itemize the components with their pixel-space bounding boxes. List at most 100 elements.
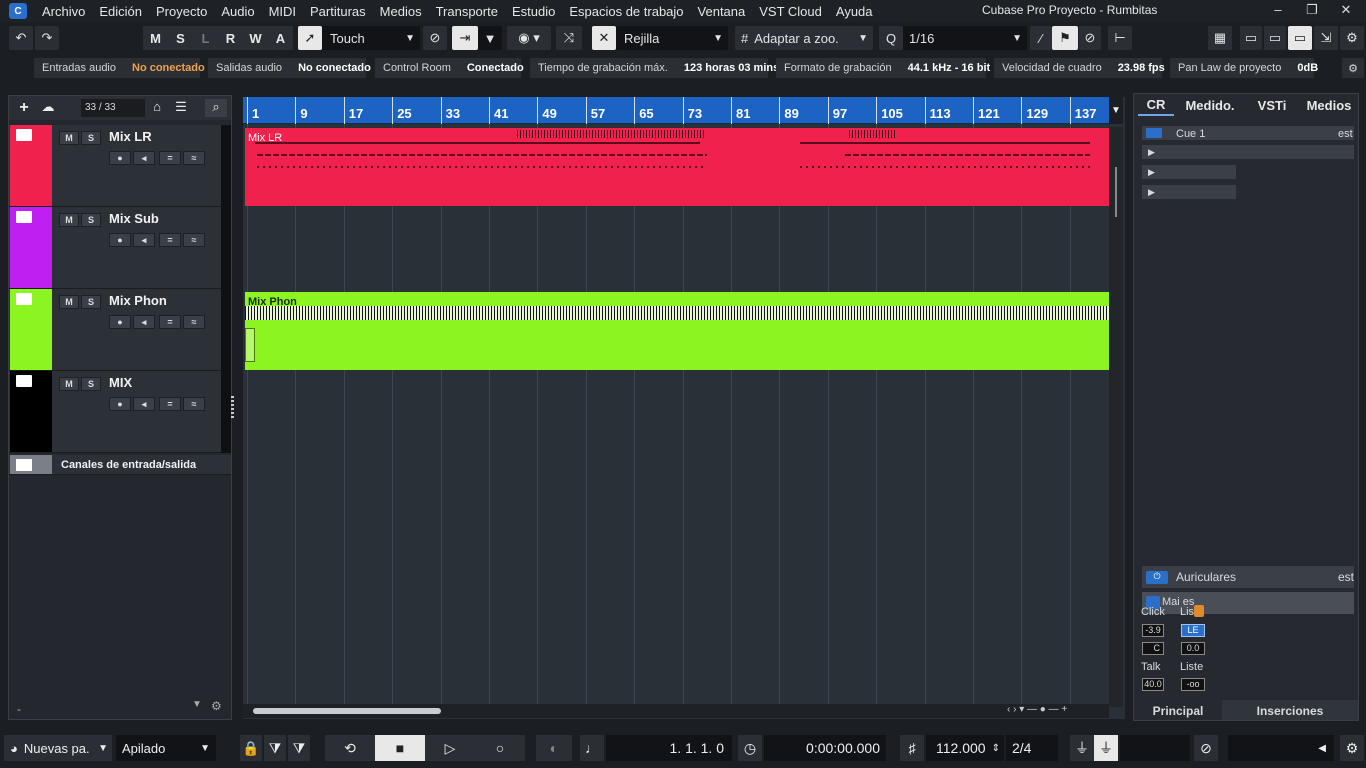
track-io-folder[interactable]: Canales de entrada/salida: [9, 455, 231, 475]
lock-icon[interactable]: 🔒: [240, 735, 262, 761]
tempo-display[interactable]: 112.000 ⇕: [926, 735, 1004, 761]
add-track-preset-icon[interactable]: ☁: [37, 99, 59, 117]
ruler-options-caret-icon[interactable]: ▼: [1109, 97, 1123, 124]
solo-button[interactable]: S: [81, 213, 101, 227]
close-icon[interactable]: ✕: [1336, 2, 1356, 20]
write-automation-icon[interactable]: ≈: [183, 315, 205, 329]
panel-resize-handle[interactable]: [231, 396, 234, 418]
zoom-slider[interactable]: ‹ › ▾ — ● — +: [1007, 704, 1107, 718]
write-automation-icon[interactable]: ≈: [183, 397, 205, 411]
mute-all-button[interactable]: M: [143, 26, 168, 50]
autoscroll-icon[interactable]: ⤨: [556, 26, 582, 50]
automation-button[interactable]: A: [268, 26, 293, 50]
quantize-select[interactable]: 1/16 ▼: [903, 26, 1027, 50]
cycle-icon[interactable]: ⟲: [325, 735, 375, 761]
listen-level[interactable]: 0.0: [1181, 642, 1205, 655]
tab-vsti[interactable]: VSTi: [1250, 94, 1294, 116]
menu-espacios[interactable]: Espacios de trabajo: [562, 4, 690, 19]
monitor-icon[interactable]: ◂: [133, 315, 155, 329]
click-level[interactable]: -3.9: [1142, 624, 1164, 637]
menu-midi[interactable]: MIDI: [262, 4, 303, 19]
play-icon[interactable]: ▷: [425, 735, 475, 761]
position-display-bars[interactable]: 1. 1. 1. 0: [606, 735, 732, 761]
status-pan-law[interactable]: Pan Law de proyecto 0dB: [1170, 58, 1318, 78]
solo-all-button[interactable]: S: [168, 26, 193, 50]
restore-icon[interactable]: ❐: [1302, 2, 1322, 20]
ruler[interactable]: 1 9 17 25 33 41 49 57 65 73 81 89 97 105 113 121 129 137: [243, 97, 1109, 124]
track-color-mix-phon[interactable]: [10, 289, 52, 370]
track-color-mix[interactable]: [10, 371, 52, 452]
track-mix[interactable]: M S MIX ● ◂ = ≈: [9, 371, 231, 453]
search-icon[interactable]: ⌕: [205, 99, 227, 117]
track-name[interactable]: Mix Sub: [109, 211, 159, 226]
menu-audio[interactable]: Audio: [214, 4, 261, 19]
mute-button[interactable]: M: [59, 295, 79, 309]
status-settings-gear-icon[interactable]: ⚙: [1342, 58, 1364, 78]
write-button[interactable]: W: [243, 26, 268, 50]
sync-icon[interactable]: ⊘: [1194, 735, 1218, 761]
listen-tool-icon[interactable]: ◉ ▾: [507, 26, 551, 50]
read-automation-icon[interactable]: =: [159, 397, 181, 411]
tab-medidores[interactable]: Medido.: [1178, 94, 1242, 116]
status-frame-rate[interactable]: Velocidad de cuadro 23.98 fps: [994, 58, 1165, 78]
mute-button[interactable]: M: [59, 131, 79, 145]
read-button[interactable]: R: [218, 26, 243, 50]
event-mix-lr[interactable]: Mix LR: [245, 128, 1109, 206]
click-c-button[interactable]: C: [1142, 642, 1164, 655]
transport-settings-gear-icon[interactable]: ⚙: [1340, 735, 1364, 761]
menu-transporte[interactable]: Transporte: [429, 4, 505, 19]
drag-mode-caret-icon[interactable]: ▼: [478, 26, 502, 50]
stop-icon[interactable]: ■: [375, 735, 425, 761]
add-track-icon[interactable]: +: [13, 99, 35, 117]
event-mix-phon[interactable]: Mix Phon: [245, 292, 1109, 370]
metronome-toggle-icon[interactable]: ◐: [536, 735, 572, 761]
cubase-app-icon[interactable]: C: [9, 3, 27, 19]
settings-gear-icon[interactable]: ⚙: [1340, 26, 1364, 50]
status-control-room[interactable]: Control Room Conectado: [375, 58, 524, 78]
status-audio-inputs[interactable]: Entradas audio No conectado: [34, 58, 205, 78]
track-color-mix-lr[interactable]: [10, 125, 52, 206]
tempo-track-icon[interactable]: ♯: [900, 735, 924, 761]
tab-medios[interactable]: Medios: [1304, 94, 1354, 116]
iterative-quantize-icon[interactable]: ⁄: [1030, 26, 1052, 50]
write-automation-icon[interactable]: ≈: [183, 233, 205, 247]
tab-principal[interactable]: Principal: [1134, 700, 1222, 720]
track-mix-phon[interactable]: M S Mix Phon ● ◂ = ≈: [9, 289, 231, 371]
expand-row[interactable]: ▶: [1142, 185, 1236, 199]
status-audio-outputs[interactable]: Salidas audio No conectado: [208, 58, 371, 78]
menu-proyecto[interactable]: Proyecto: [149, 4, 214, 19]
automation-arrow-icon[interactable]: ➚: [298, 26, 322, 50]
left-zone-icon[interactable]: ▭: [1240, 26, 1262, 50]
snap-type-select[interactable]: Rejilla ▼: [616, 26, 728, 50]
read-automation-icon[interactable]: =: [159, 151, 181, 165]
punch-out-icon[interactable]: ⧩: [288, 735, 310, 761]
suspend-icon[interactable]: ⊘: [423, 26, 447, 50]
home-icon[interactable]: ⌂: [147, 99, 167, 117]
track-name[interactable]: MIX: [109, 375, 132, 390]
scrollbar-thumb[interactable]: [253, 708, 441, 714]
record-enable-icon[interactable]: ●: [109, 315, 131, 329]
menu-vstcloud[interactable]: VST Cloud: [752, 4, 829, 19]
record-enable-icon[interactable]: ●: [109, 397, 131, 411]
track-color-mix-sub[interactable]: [10, 207, 52, 288]
status-max-record-time[interactable]: Tiempo de grabación máx. 123 horas 03 min…: [530, 58, 779, 78]
lower-zone-icon[interactable]: ▭: [1264, 26, 1286, 50]
expand-row[interactable]: ▶: [1142, 145, 1354, 159]
record-mode-select[interactable]: Apilado ▼: [116, 735, 216, 761]
listen2-level[interactable]: -oo: [1181, 678, 1205, 691]
monitor-icon[interactable]: ◂: [133, 397, 155, 411]
automation-mode-select[interactable]: Touch ▼: [322, 26, 420, 50]
power-icon[interactable]: ⏻: [1146, 571, 1168, 584]
record-icon[interactable]: ○: [475, 735, 525, 761]
position-display-time[interactable]: 0:00:00.000: [764, 735, 886, 761]
menu-partituras[interactable]: Partituras: [303, 4, 373, 19]
click-on-icon[interactable]: ⏚: [1094, 735, 1118, 761]
menu-edicion[interactable]: Edición: [92, 4, 149, 19]
track-mix-lr[interactable]: M S Mix LR ● ◂ = ≈: [9, 125, 231, 207]
listen-button[interactable]: L: [193, 26, 218, 50]
align-icon[interactable]: ⊢: [1108, 26, 1132, 50]
tab-cr[interactable]: CR: [1138, 94, 1174, 116]
talk-level[interactable]: 40.0: [1142, 678, 1164, 691]
phones-strip[interactable]: ⏻ Auriculares est: [1142, 566, 1354, 588]
performance-preset-select[interactable]: ◕ Nuevas pa. ▼: [4, 735, 112, 761]
